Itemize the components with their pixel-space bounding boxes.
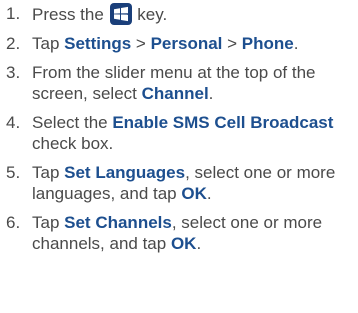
step-number: 4.	[6, 113, 21, 132]
step-text: Tap Set Channels, select one or more cha…	[32, 212, 354, 254]
emphasized-term: Personal	[150, 34, 223, 53]
step-text-segment: Tap	[32, 34, 65, 53]
step-text-segment: .	[206, 184, 212, 203]
emphasized-term: Channel	[141, 84, 209, 103]
emphasized-term: OK	[170, 234, 197, 253]
emphasized-term: Set Languages	[64, 163, 186, 182]
step-text-segment: Select the	[32, 113, 113, 132]
step-number: 1.	[6, 4, 21, 23]
step-text: Tap Settings > Personal > Phone.	[32, 33, 354, 54]
step-text-segment: >	[222, 34, 242, 53]
list-item: 4. Select the Enable SMS Cell Broadcast c…	[6, 112, 354, 154]
list-item: 2. Tap Settings > Personal > Phone.	[6, 33, 354, 54]
emphasized-term: Set Channels	[64, 213, 172, 232]
emphasized-term: Phone	[241, 34, 294, 53]
step-number: 2.	[6, 34, 21, 53]
step-text-segment: >	[131, 34, 151, 53]
emphasized-term: Enable SMS Cell Broadcast	[112, 113, 334, 132]
step-text-segment: .	[208, 84, 214, 103]
step-number: 5.	[6, 163, 21, 182]
step-text-segment: Tap	[32, 163, 65, 182]
step-text-segment: check box.	[32, 134, 114, 153]
emphasized-term: Settings	[64, 34, 132, 53]
list-item: 1. Press the key.	[6, 3, 354, 25]
step-number: 6.	[6, 213, 21, 232]
list-item: 3. From the slider menu at the top of the…	[6, 62, 354, 104]
step-text: Select the Enable SMS Cell Broadcast che…	[32, 112, 354, 154]
step-text-segment: Tap	[32, 213, 65, 232]
step-text: From the slider menu at the top of the s…	[32, 62, 354, 104]
step-text-segment: key.	[132, 5, 168, 24]
step-text-segment: .	[293, 34, 299, 53]
instruction-list: 1. Press the key. 2. Tap Settings > Persona…	[6, 3, 354, 262]
list-item: 6. Tap Set Channels, select one or more c…	[6, 212, 354, 254]
step-text-segment: .	[196, 234, 202, 253]
step-text: Tap Set Languages, select one or more la…	[32, 162, 354, 204]
windows-start-key-icon	[109, 3, 132, 25]
emphasized-term: OK	[181, 184, 207, 203]
step-number: 3.	[6, 63, 21, 82]
step-text: Press the key.	[32, 3, 354, 25]
list-item: 5. Tap Set Languages, select one or more …	[6, 162, 354, 204]
step-text-segment: Press the	[32, 5, 109, 24]
